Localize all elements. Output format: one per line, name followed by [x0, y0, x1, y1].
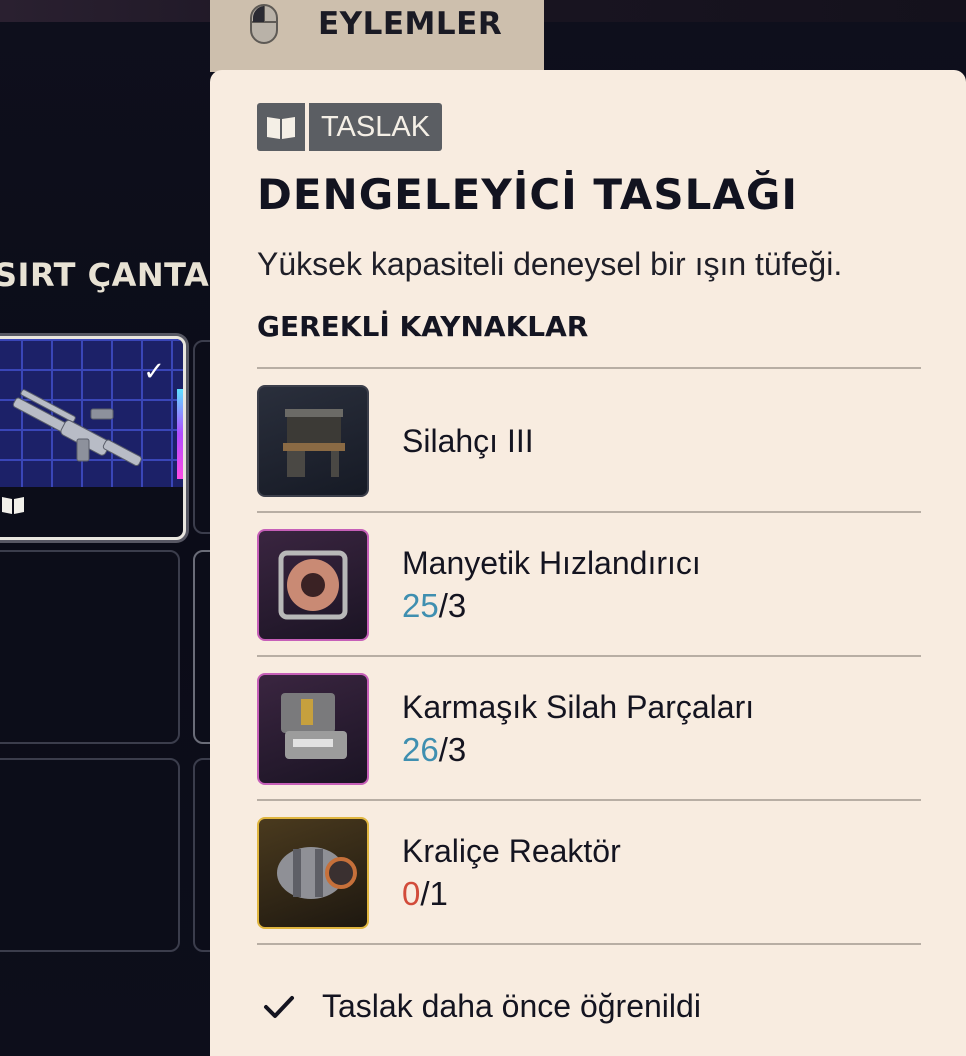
learned-status-text: Taslak daha önce öğrenildi	[322, 988, 701, 1024]
inventory-slot[interactable]	[0, 550, 180, 744]
divider	[257, 655, 921, 657]
quantity-separator: /	[438, 587, 448, 624]
divider	[257, 943, 921, 945]
quantity-owned: 26	[402, 731, 439, 768]
resource-row[interactable]: Karmaşık Silah Parçaları 26/3	[257, 673, 921, 785]
checkmark-icon	[264, 995, 294, 1018]
checkmark-icon: ✓	[143, 357, 165, 387]
item-description: Yüksek kapasiteli deneysel bir ışın tüfe…	[257, 246, 843, 282]
resource-quantity: 0/1	[402, 875, 448, 913]
quantity-separator: /	[420, 875, 430, 912]
mouse-icon	[250, 4, 278, 44]
resource-row[interactable]: Kraliçe Reaktör 0/1	[257, 817, 921, 929]
backpack-section-title: SIRT ÇANTASI	[0, 256, 246, 294]
book-icon	[257, 103, 305, 151]
quantity-required: 3	[447, 587, 467, 624]
workbench-icon	[257, 385, 369, 497]
divider	[257, 511, 921, 513]
weapon-parts-icon	[257, 673, 369, 785]
rarity-bar	[177, 389, 183, 479]
resource-name: Manyetik Hızlandırıcı	[402, 545, 701, 581]
resource-quantity: 26/3	[402, 731, 466, 769]
quantity-required: 1	[429, 875, 448, 912]
requirements-header: GEREKLİ KAYNAKLAR	[257, 310, 589, 343]
magnetic-accelerator-icon	[257, 529, 369, 641]
resource-name: Karmaşık Silah Parçaları	[402, 689, 755, 725]
quantity-owned: 25	[402, 587, 439, 624]
divider	[257, 799, 921, 801]
quantity-required: 3	[447, 731, 467, 768]
blueprint-tag-label: TASLAK	[309, 103, 443, 151]
resource-row[interactable]: Silahçı III	[257, 385, 921, 497]
resource-name: Kraliçe Reaktör	[402, 833, 621, 869]
inventory-slot-selected[interactable]: ✓	[0, 336, 186, 540]
actions-tab-label: EYLEMLER	[318, 6, 503, 42]
item-title: DENGELEYİCİ TASLAĞI	[257, 170, 798, 219]
queen-reactor-icon	[257, 817, 369, 929]
actions-tab[interactable]: EYLEMLER	[210, 0, 544, 72]
item-tooltip-panel: TASLAK DENGELEYİCİ TASLAĞI Yüksek kapasi…	[210, 70, 966, 1056]
learned-status: Taslak daha önce öğrenildi	[262, 988, 701, 1025]
quantity-owned: 0	[402, 875, 421, 912]
rifle-icon	[12, 389, 142, 467]
resource-name: Silahçı III	[402, 423, 534, 459]
resource-row[interactable]: Manyetik Hızlandırıcı 25/3	[257, 529, 921, 641]
resource-quantity: 25/3	[402, 587, 466, 625]
book-icon	[1, 495, 25, 521]
inventory-slot[interactable]	[0, 758, 180, 952]
quantity-separator: /	[438, 731, 448, 768]
blueprint-tag: TASLAK	[257, 103, 443, 151]
divider	[257, 367, 921, 369]
